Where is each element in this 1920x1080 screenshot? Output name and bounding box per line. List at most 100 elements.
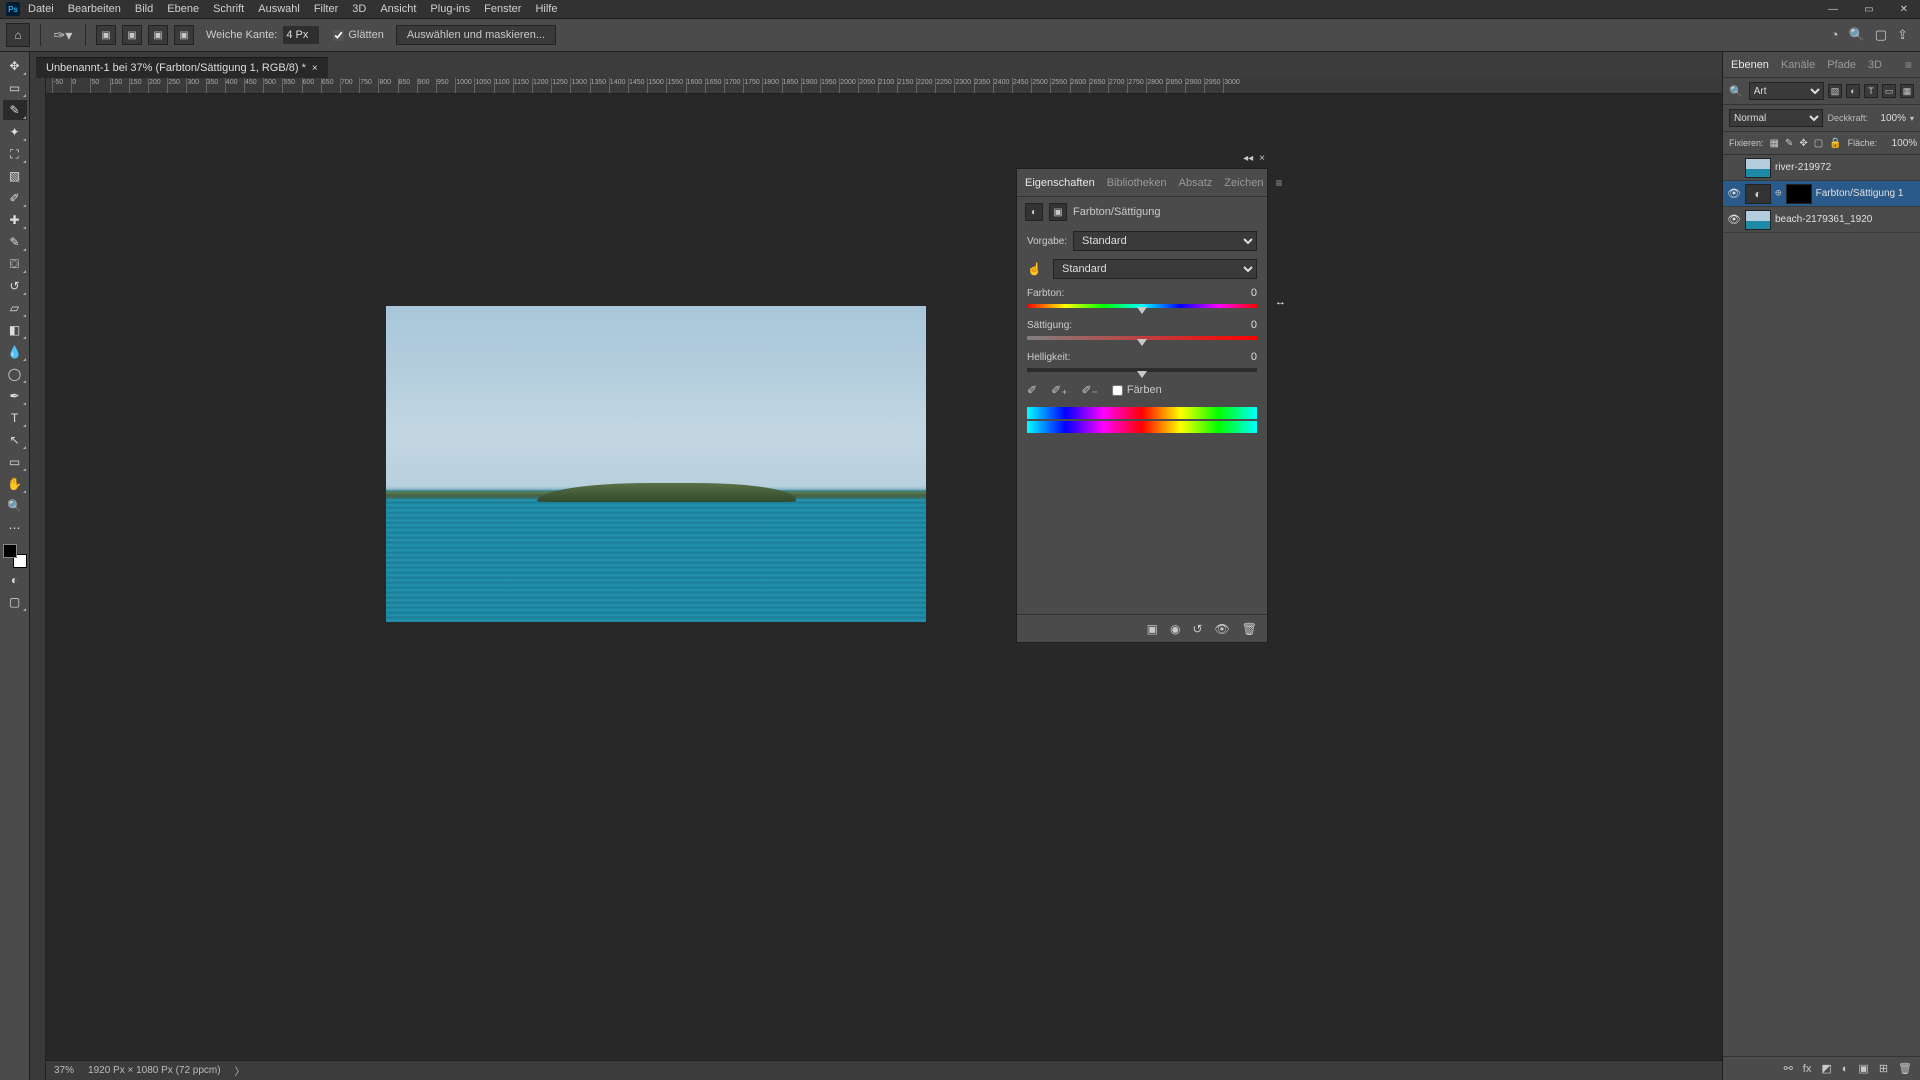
menu-ansicht[interactable]: Ansicht bbox=[380, 3, 416, 15]
hue-slider[interactable] bbox=[1027, 301, 1257, 311]
shape-tool-icon[interactable]: ▭ bbox=[3, 452, 27, 472]
quickmask-icon[interactable]: ◐ bbox=[3, 570, 27, 590]
filter-type-select[interactable]: Art bbox=[1749, 82, 1824, 100]
preset-select[interactable]: Standard bbox=[1073, 231, 1257, 251]
delete-adjustment-icon[interactable]: 🗑 bbox=[1242, 622, 1257, 636]
eyedropper-icon[interactable]: ✐ bbox=[1027, 383, 1037, 397]
delete-layer-icon[interactable]: 🗑 bbox=[1898, 1062, 1912, 1075]
feather-input[interactable] bbox=[283, 26, 319, 44]
wand-tool-icon[interactable]: ✦ bbox=[3, 122, 27, 142]
tab-ebenen[interactable]: Ebenen bbox=[1731, 59, 1769, 71]
layer-mask-thumbnail[interactable] bbox=[1786, 184, 1812, 204]
layer-name[interactable]: beach-2179361_1920 bbox=[1775, 214, 1916, 225]
tab-kanaele[interactable]: Kanäle bbox=[1781, 59, 1815, 71]
menu-datei[interactable]: Datei bbox=[28, 3, 54, 15]
more-tools-icon[interactable]: ⋯ bbox=[3, 518, 27, 538]
layer-thumbnail[interactable] bbox=[1745, 158, 1771, 178]
path-tool-icon[interactable]: ↖ bbox=[3, 430, 27, 450]
workspace-icon[interactable]: ▢ bbox=[1875, 27, 1887, 43]
frame-tool-icon[interactable]: ▧ bbox=[3, 166, 27, 186]
menu-filter[interactable]: Filter bbox=[314, 3, 338, 15]
new-group-icon[interactable]: ▣ bbox=[1858, 1062, 1868, 1075]
heal-tool-icon[interactable]: ✚ bbox=[3, 210, 27, 230]
lock-artboard-icon[interactable]: ▢ bbox=[1814, 136, 1823, 150]
share-icon[interactable]: ⇪ bbox=[1897, 27, 1908, 43]
sat-slider[interactable] bbox=[1027, 333, 1257, 343]
add-selection-icon[interactable]: ▣ bbox=[122, 25, 142, 45]
layers-menu-icon[interactable]: ≡ bbox=[1905, 58, 1912, 72]
colorize-checkbox[interactable]: Färben bbox=[1112, 384, 1162, 396]
maximize-icon[interactable]: ▭ bbox=[1858, 4, 1879, 15]
lock-position-icon[interactable]: ✥ bbox=[1799, 136, 1807, 150]
menu-plugins[interactable]: Plug-ins bbox=[430, 3, 470, 15]
close-icon[interactable]: ✕ bbox=[1894, 4, 1914, 15]
layer-name[interactable]: Farbton/Sättigung 1 bbox=[1816, 188, 1916, 199]
fill-input[interactable] bbox=[1883, 138, 1917, 149]
reset-icon[interactable]: ↺ bbox=[1192, 622, 1202, 636]
layer-link-icon[interactable]: 𐀏 bbox=[1775, 188, 1782, 199]
hue-value-input[interactable] bbox=[1217, 287, 1257, 299]
menu-bild[interactable]: Bild bbox=[135, 3, 153, 15]
menu-schrift[interactable]: Schrift bbox=[213, 3, 244, 15]
screenmode-icon[interactable]: ▢ bbox=[3, 592, 27, 612]
marquee-tool-icon[interactable]: ▭ bbox=[3, 78, 27, 98]
sat-value-input[interactable] bbox=[1217, 319, 1257, 331]
filter-shape-icon[interactable]: ▭ bbox=[1882, 84, 1896, 98]
intersect-selection-icon[interactable]: ▣ bbox=[174, 25, 194, 45]
filter-type-icon[interactable]: T bbox=[1864, 84, 1878, 98]
tool-preset-icon[interactable]: ✑▾ bbox=[51, 23, 75, 47]
filter-adjust-icon[interactable]: ◐ bbox=[1846, 84, 1860, 98]
tab-pfade[interactable]: Pfade bbox=[1827, 59, 1856, 71]
layer-row[interactable]: river-219972 bbox=[1723, 155, 1920, 181]
gradient-tool-icon[interactable]: ◧ bbox=[3, 320, 27, 340]
document-tab[interactable]: Unbenannt-1 bei 37% (Farbton/Sättigung 1… bbox=[36, 57, 328, 78]
subtract-selection-icon[interactable]: ▣ bbox=[148, 25, 168, 45]
lock-all-icon[interactable]: 🔒 bbox=[1829, 136, 1841, 150]
eraser-tool-icon[interactable]: ▱ bbox=[3, 298, 27, 318]
history-brush-icon[interactable]: ↺ bbox=[3, 276, 27, 296]
crop-tool-icon[interactable]: ⛶ bbox=[3, 144, 27, 164]
move-tool-icon[interactable]: ✥ bbox=[3, 56, 27, 76]
eyedropper-tool-icon[interactable]: ✐ bbox=[3, 188, 27, 208]
targeted-adjust-icon[interactable]: ☝ bbox=[1027, 262, 1045, 276]
menu-3d[interactable]: 3D bbox=[352, 3, 366, 15]
view-previous-icon[interactable]: ◉ bbox=[1170, 622, 1180, 636]
layer-mask-icon[interactable]: ◩ bbox=[1821, 1062, 1831, 1075]
panel-close-icon[interactable]: × bbox=[1259, 153, 1265, 164]
panel-collapse-icon[interactable]: ◂◂ bbox=[1243, 153, 1253, 164]
panel-menu-icon[interactable]: ≡ bbox=[1275, 176, 1282, 190]
home-icon[interactable]: ⌂ bbox=[6, 23, 30, 47]
filter-pixel-icon[interactable]: ▧ bbox=[1828, 84, 1842, 98]
toggle-visibility-icon[interactable]: 👁 bbox=[1215, 622, 1230, 636]
filter-smart-icon[interactable]: ▦ bbox=[1900, 84, 1914, 98]
tab-3d[interactable]: 3D bbox=[1868, 59, 1882, 71]
layer-name[interactable]: river-219972 bbox=[1775, 162, 1916, 173]
blur-tool-icon[interactable]: 💧 bbox=[3, 342, 27, 362]
layer-row[interactable]: 👁 𐀏 Farbton/Sättigung 1 bbox=[1723, 181, 1920, 207]
menu-ebene[interactable]: Ebene bbox=[167, 3, 199, 15]
layer-visibility-icon[interactable]: 👁 bbox=[1727, 213, 1741, 227]
clip-to-layer-icon[interactable]: ▣ bbox=[1147, 622, 1158, 636]
hand-tool-icon[interactable]: ✋ bbox=[3, 474, 27, 494]
lock-transparent-icon[interactable]: ▦ bbox=[1770, 136, 1779, 150]
fgbg-swatch[interactable] bbox=[3, 544, 27, 568]
menu-hilfe[interactable]: Hilfe bbox=[535, 3, 557, 15]
layer-thumbnail[interactable] bbox=[1745, 184, 1771, 204]
blend-mode-select[interactable]: Normal bbox=[1729, 109, 1823, 127]
menu-bearbeiten[interactable]: Bearbeiten bbox=[68, 3, 121, 15]
select-and-mask-button[interactable]: Auswählen und maskieren... bbox=[396, 25, 556, 45]
menu-auswahl[interactable]: Auswahl bbox=[258, 3, 300, 15]
layer-fx-icon[interactable]: fx bbox=[1803, 1063, 1812, 1075]
search-icon[interactable]: 🔍 bbox=[1849, 27, 1865, 43]
stamp-tool-icon[interactable]: ⛋ bbox=[3, 254, 27, 274]
mask-icon[interactable]: ▣ bbox=[1049, 203, 1067, 221]
channel-select[interactable]: Standard bbox=[1053, 259, 1257, 279]
canvas[interactable] bbox=[46, 94, 1722, 1060]
close-tab-icon[interactable]: × bbox=[312, 63, 318, 74]
cloud-icon[interactable]: ◔ bbox=[1831, 27, 1839, 43]
menu-fenster[interactable]: Fenster bbox=[484, 3, 521, 15]
light-slider[interactable] bbox=[1027, 365, 1257, 375]
layer-visibility-icon[interactable]: 👁 bbox=[1727, 187, 1741, 201]
tab-bibliotheken[interactable]: Bibliotheken bbox=[1107, 177, 1167, 189]
minimize-icon[interactable]: — bbox=[1822, 4, 1844, 15]
